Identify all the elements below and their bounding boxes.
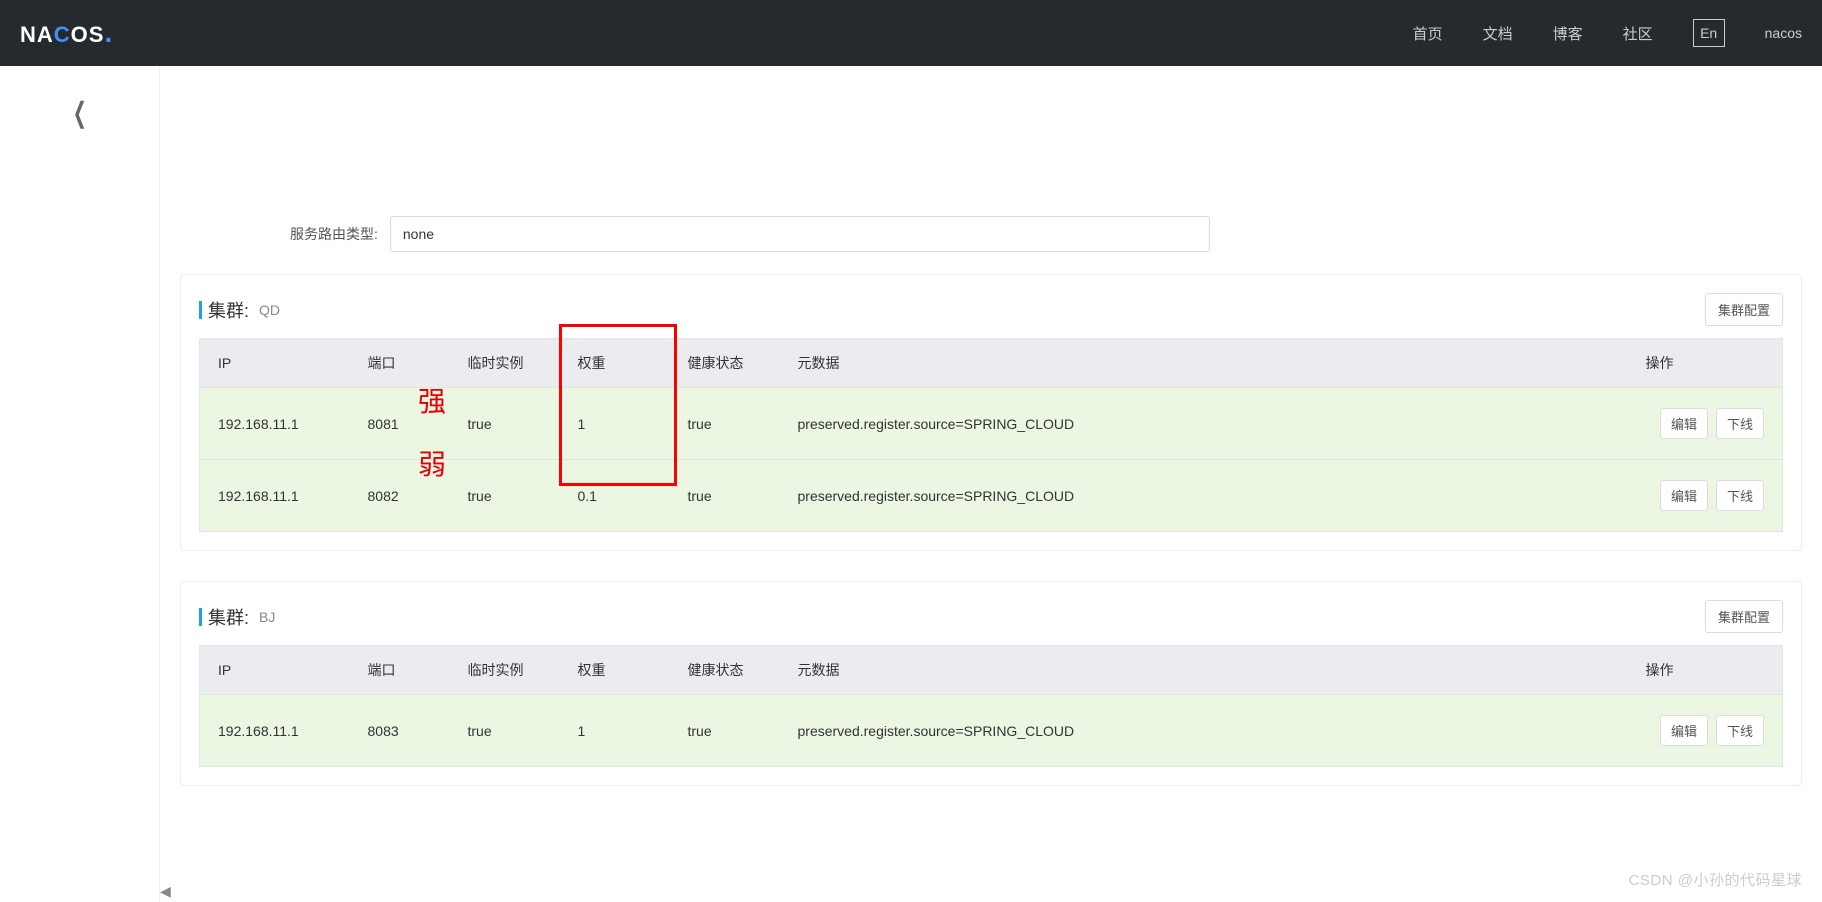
instances-table-bj: IP 端口 临时实例 权重 健康状态 元数据 操作 192.168.11.1 8…	[199, 645, 1783, 767]
cell-ip: 192.168.11.1	[200, 460, 350, 532]
cell-port: 8083	[350, 695, 450, 767]
col-action: 操作	[1628, 646, 1783, 695]
nav-home[interactable]: 首页	[1413, 23, 1443, 44]
col-health: 健康状态	[670, 646, 780, 695]
cluster-card-qd: 集群: QD 集群配置 IP 端口 临时实例 权重 健康状态 元数据 操作	[180, 274, 1802, 551]
cluster-prefix: 集群:	[208, 604, 249, 630]
cell-health: true	[670, 388, 780, 460]
col-port: 端口	[350, 646, 450, 695]
logo-char: N	[20, 22, 37, 47]
route-type-row: 服务路由类型:	[290, 216, 1802, 252]
cluster-card-bj: 集群: BJ 集群配置 IP 端口 临时实例 权重 健康状态 元数据 操作	[180, 581, 1802, 786]
cell-action: 编辑 下线	[1628, 695, 1783, 767]
cluster-name: QD	[259, 302, 280, 318]
scroll-left-icon[interactable]: ◀	[160, 883, 171, 900]
cell-ephemeral: true	[450, 388, 560, 460]
offline-button[interactable]: 下线	[1716, 408, 1764, 439]
col-action: 操作	[1628, 339, 1783, 388]
col-health: 健康状态	[670, 339, 780, 388]
col-ephemeral: 临时实例	[450, 339, 560, 388]
col-ephemeral: 临时实例	[450, 646, 560, 695]
cell-ephemeral: true	[450, 695, 560, 767]
logo-char: S	[89, 22, 105, 47]
cluster-prefix: 集群:	[208, 297, 249, 323]
col-weight: 权重	[560, 339, 670, 388]
logo-char: C	[54, 22, 71, 47]
edit-button[interactable]: 编辑	[1660, 480, 1708, 511]
accent-bar-icon	[199, 301, 202, 319]
watermark: CSDN @小孙的代码星球	[1629, 869, 1802, 890]
col-ip: IP	[200, 646, 350, 695]
cell-metadata: preserved.register.source=SPRING_CLOUD	[780, 388, 1628, 460]
logo-char: A	[37, 22, 54, 47]
nav-blog[interactable]: 博客	[1553, 23, 1583, 44]
cell-weight: 1	[560, 695, 670, 767]
cell-ip: 192.168.11.1	[200, 388, 350, 460]
nav-community[interactable]: 社区	[1623, 23, 1653, 44]
col-metadata: 元数据	[780, 339, 1628, 388]
cell-health: true	[670, 460, 780, 532]
table-row: 192.168.11.1 8081 true 1 true preserved.…	[200, 388, 1783, 460]
table-row: 192.168.11.1 8083 true 1 true preserved.…	[200, 695, 1783, 767]
instances-table-qd: IP 端口 临时实例 权重 健康状态 元数据 操作 192.168.11.1 8…	[199, 338, 1783, 532]
brand-logo: NACOS.	[20, 17, 113, 49]
cell-metadata: preserved.register.source=SPRING_CLOUD	[780, 695, 1628, 767]
cell-weight: 0.1	[560, 460, 670, 532]
offline-button[interactable]: 下线	[1716, 480, 1764, 511]
col-port: 端口	[350, 339, 450, 388]
cell-weight: 1	[560, 388, 670, 460]
cell-port: 8081	[350, 388, 450, 460]
back-icon[interactable]: ❮	[72, 96, 86, 129]
cell-ephemeral: true	[450, 460, 560, 532]
offline-button[interactable]: 下线	[1716, 715, 1764, 746]
cell-ip: 192.168.11.1	[200, 695, 350, 767]
cluster-config-button[interactable]: 集群配置	[1705, 600, 1783, 633]
sidebar: ❮	[0, 66, 160, 902]
col-weight: 权重	[560, 646, 670, 695]
col-ip: IP	[200, 339, 350, 388]
logo-char: O	[71, 22, 89, 47]
main-content: 服务路由类型: 集群: QD 集群配置 IP 端口 临时实例	[160, 66, 1822, 902]
lang-toggle[interactable]: En	[1693, 19, 1725, 47]
col-metadata: 元数据	[780, 646, 1628, 695]
cell-health: true	[670, 695, 780, 767]
edit-button[interactable]: 编辑	[1660, 715, 1708, 746]
nav-docs[interactable]: 文档	[1483, 23, 1513, 44]
accent-bar-icon	[199, 608, 202, 626]
top-nav: 首页 文档 博客 社区 En nacos	[1413, 19, 1802, 47]
cell-action: 编辑 下线	[1628, 388, 1783, 460]
cell-action: 编辑 下线	[1628, 460, 1783, 532]
cluster-config-button[interactable]: 集群配置	[1705, 293, 1783, 326]
edit-button[interactable]: 编辑	[1660, 408, 1708, 439]
current-user[interactable]: nacos	[1765, 25, 1802, 41]
cell-port: 8082	[350, 460, 450, 532]
logo-char: .	[104, 17, 113, 48]
table-row: 192.168.11.1 8082 true 0.1 true preserve…	[200, 460, 1783, 532]
cell-metadata: preserved.register.source=SPRING_CLOUD	[780, 460, 1628, 532]
route-type-input[interactable]	[390, 216, 1210, 252]
route-type-label: 服务路由类型:	[290, 224, 378, 244]
cluster-name: BJ	[259, 609, 275, 625]
app-header: NACOS. 首页 文档 博客 社区 En nacos	[0, 0, 1822, 66]
